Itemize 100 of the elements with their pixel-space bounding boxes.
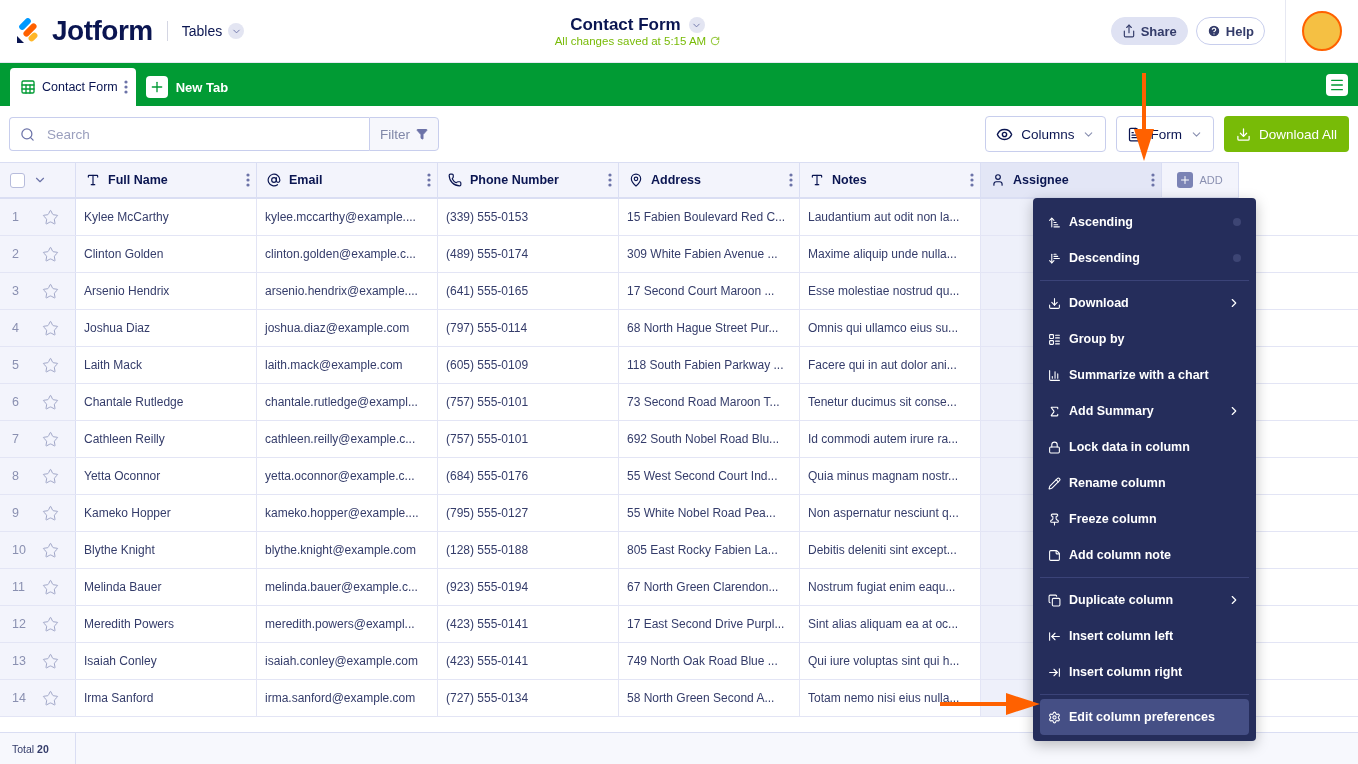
row-number: 10 <box>12 543 27 557</box>
pencil-icon <box>1048 476 1061 490</box>
copy-icon <box>1048 593 1061 607</box>
row-number: 7 <box>12 432 20 446</box>
list-icon <box>1048 332 1061 346</box>
help-icon <box>1206 24 1221 38</box>
column-header[interactable]: Email <box>257 162 438 199</box>
row-number: 2 <box>12 247 20 261</box>
filter-icon <box>416 128 428 140</box>
settings-icon <box>1048 710 1061 724</box>
menu-item[interactable]: Edit column preferences <box>1040 699 1249 735</box>
row-number: 1 <box>12 210 20 224</box>
menu-item[interactable]: Group by <box>1040 321 1249 357</box>
row-number: 8 <box>12 469 20 483</box>
plus-icon <box>1177 172 1194 188</box>
notes-icon <box>810 173 824 187</box>
pin-icon <box>1048 512 1061 526</box>
star-icon[interactable] <box>42 245 59 263</box>
column-header[interactable]: Phone Number <box>438 162 619 199</box>
share-icon <box>1121 24 1136 38</box>
star-icon[interactable] <box>42 652 59 670</box>
menu-item[interactable]: Duplicate column <box>1040 582 1249 618</box>
menu-item[interactable]: Descending <box>1040 240 1249 276</box>
refresh-icon <box>710 36 721 46</box>
star-icon[interactable] <box>42 615 59 633</box>
more-icon[interactable] <box>608 173 612 187</box>
chevron-icon <box>228 23 245 39</box>
menu-item[interactable]: Freeze column <box>1040 501 1249 537</box>
menu-item[interactable]: Insert column left <box>1040 618 1249 654</box>
total-count: Total 20 <box>0 733 76 764</box>
more-icon[interactable] <box>970 173 974 187</box>
avatar[interactable] <box>1302 11 1342 51</box>
menu-item[interactable]: Ascending <box>1040 204 1249 240</box>
menu-item[interactable]: Rename column <box>1040 465 1249 501</box>
select-all-checkbox[interactable] <box>10 172 25 188</box>
tables-dropdown[interactable]: Tables <box>181 23 245 39</box>
chevron-icon <box>688 17 705 33</box>
search-field[interactable]: Search <box>9 117 369 151</box>
share-button[interactable]: Share <box>1110 17 1188 45</box>
row-number: 12 <box>12 617 27 631</box>
lock-icon <box>1048 440 1061 454</box>
sort-up-icon <box>1048 215 1061 229</box>
person-icon <box>991 173 1005 187</box>
column-header[interactable]: Full Name <box>76 162 257 199</box>
more-icon[interactable] <box>246 173 250 187</box>
star-icon[interactable] <box>42 356 59 374</box>
star-icon[interactable] <box>42 208 59 226</box>
radio-dot[interactable] <box>1233 254 1241 262</box>
row-number: 6 <box>12 395 20 409</box>
star-icon[interactable] <box>42 430 59 448</box>
menu-button[interactable] <box>1326 73 1348 96</box>
logo-text: Jotform <box>52 15 153 47</box>
row-number: 9 <box>12 506 20 520</box>
sigma-icon <box>1048 404 1061 418</box>
new-tab-button[interactable]: New Tab <box>145 68 229 106</box>
star-icon[interactable] <box>42 319 59 337</box>
row-number: 3 <box>12 284 20 298</box>
download-icon <box>1235 126 1251 142</box>
note-icon <box>1048 548 1061 562</box>
row-number: 13 <box>12 654 27 668</box>
row-number: 14 <box>12 691 27 705</box>
star-icon[interactable] <box>42 578 59 596</box>
insert-right-icon <box>1048 665 1061 679</box>
plus-icon <box>145 76 168 98</box>
column-header[interactable]: Address <box>619 162 800 199</box>
star-icon[interactable] <box>42 541 59 559</box>
search-icon <box>20 126 35 142</box>
more-icon[interactable] <box>123 80 128 94</box>
table-icon <box>20 79 36 95</box>
phone-icon <box>448 173 462 187</box>
radio-dot[interactable] <box>1233 218 1241 226</box>
star-icon[interactable] <box>42 467 59 485</box>
star-icon[interactable] <box>42 689 59 707</box>
save-status: All changes saved at 5:15 AM <box>554 35 707 47</box>
star-icon[interactable] <box>42 282 59 300</box>
star-icon[interactable] <box>42 393 59 411</box>
menu-item[interactable]: Add Summary <box>1040 393 1249 429</box>
row-number: 4 <box>12 321 20 335</box>
menu-item[interactable]: Lock data in column <box>1040 429 1249 465</box>
menu-item[interactable]: Insert column right <box>1040 654 1249 690</box>
column-header[interactable]: Notes <box>800 162 981 199</box>
more-icon[interactable] <box>427 173 431 187</box>
help-button[interactable]: Help <box>1195 17 1265 45</box>
sort-down-icon <box>1048 251 1061 265</box>
menu-item[interactable]: Summarize with a chart <box>1040 357 1249 393</box>
columns-button[interactable]: Columns <box>985 116 1107 152</box>
row-number: 5 <box>12 358 20 372</box>
form-title-dropdown[interactable]: Contact Form <box>570 15 705 35</box>
more-icon[interactable] <box>1151 173 1155 187</box>
text-icon <box>86 173 100 187</box>
row-number: 11 <box>12 580 26 594</box>
form-button[interactable]: Form <box>1116 116 1214 152</box>
menu-item[interactable]: Add column note <box>1040 537 1249 573</box>
sheet-tab[interactable]: Contact Form <box>10 68 136 106</box>
star-icon[interactable] <box>42 504 59 522</box>
column-header[interactable]: Assignee <box>981 162 1162 199</box>
more-icon[interactable] <box>789 173 793 187</box>
address-icon <box>629 173 643 187</box>
menu-item[interactable]: Download <box>1040 285 1249 321</box>
insert-left-icon <box>1048 629 1061 643</box>
